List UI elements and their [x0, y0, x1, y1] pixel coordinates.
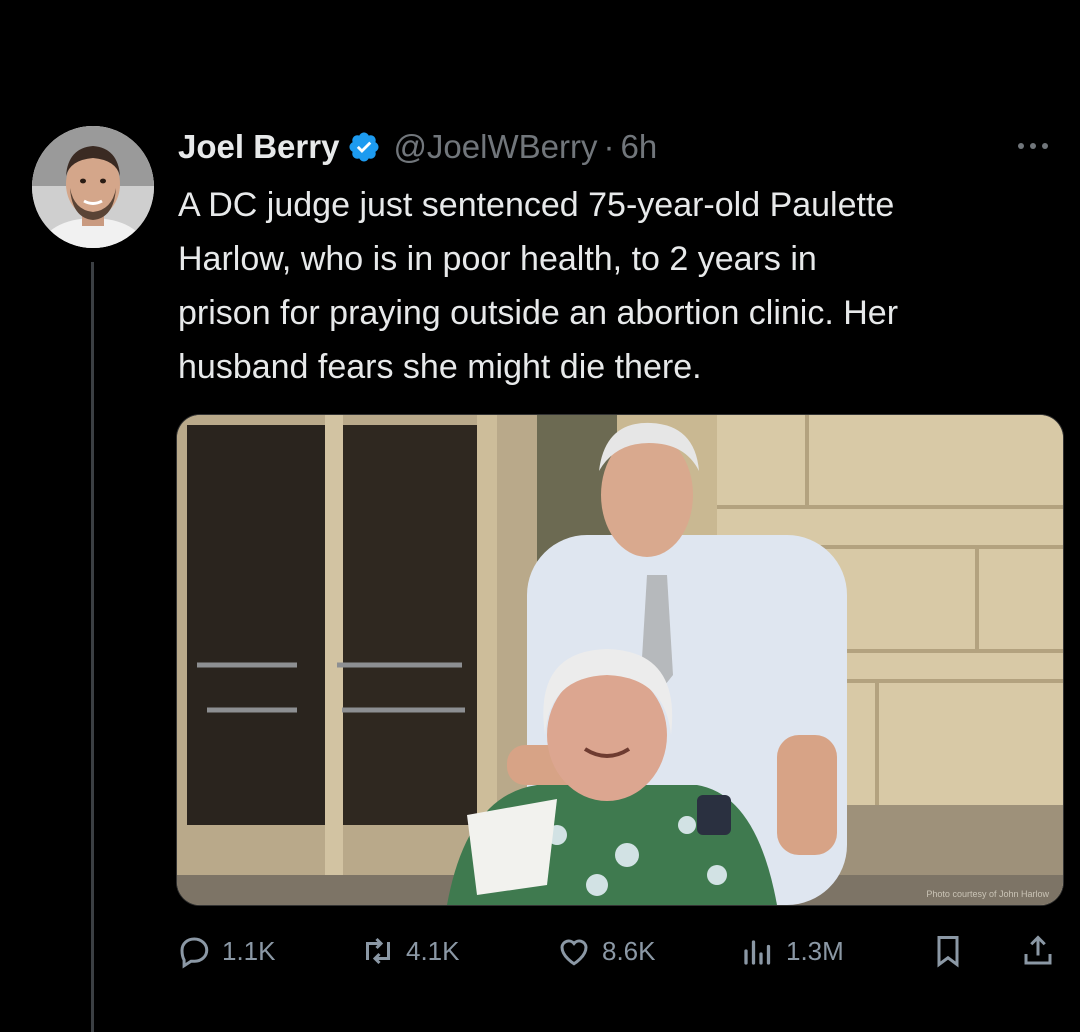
reply-button[interactable]: 1.1K [176, 926, 276, 976]
like-icon [560, 939, 588, 966]
tweet-time[interactable]: 6h [620, 128, 657, 166]
reply-count: 1.1K [222, 935, 276, 966]
photo-scene [177, 415, 1063, 905]
action-bar: 1.1K 4.1K 8.6K 1.3M [0, 926, 1080, 976]
separator-dot: · [603, 128, 615, 165]
tweet-photo[interactable]: Photo courtesy of John Harlow [176, 414, 1064, 906]
repost-button[interactable]: 4.1K [360, 926, 460, 976]
avatar-image [32, 126, 154, 248]
views-button[interactable]: 1.3M [740, 926, 844, 976]
repost-icon [366, 937, 390, 965]
avatar[interactable] [32, 126, 154, 248]
tweet-header: Joel Berry @JoelWBerry · 6h [178, 124, 657, 170]
share-button[interactable] [1020, 926, 1056, 976]
like-count: 8.6K [602, 935, 656, 966]
like-button[interactable]: 8.6K [556, 926, 656, 976]
author-name[interactable]: Joel Berry [178, 128, 339, 166]
bookmark-icon [937, 936, 959, 968]
repost-count: 4.1K [406, 935, 460, 966]
view-count: 1.3M [786, 935, 844, 966]
photo-credit: Photo courtesy of John Harlow [926, 889, 1049, 899]
share-icon [1024, 935, 1052, 965]
author-handle[interactable]: @JoelWBerry [393, 128, 597, 166]
thread-line [91, 262, 94, 1032]
verified-badge-icon [349, 132, 379, 162]
bookmark-button[interactable] [930, 926, 966, 976]
reply-icon [180, 937, 209, 969]
views-icon [744, 940, 771, 965]
tweet-text: A DC judge just sentenced 75-year-old Pa… [178, 186, 899, 386]
more-icon[interactable] [1018, 138, 1060, 154]
